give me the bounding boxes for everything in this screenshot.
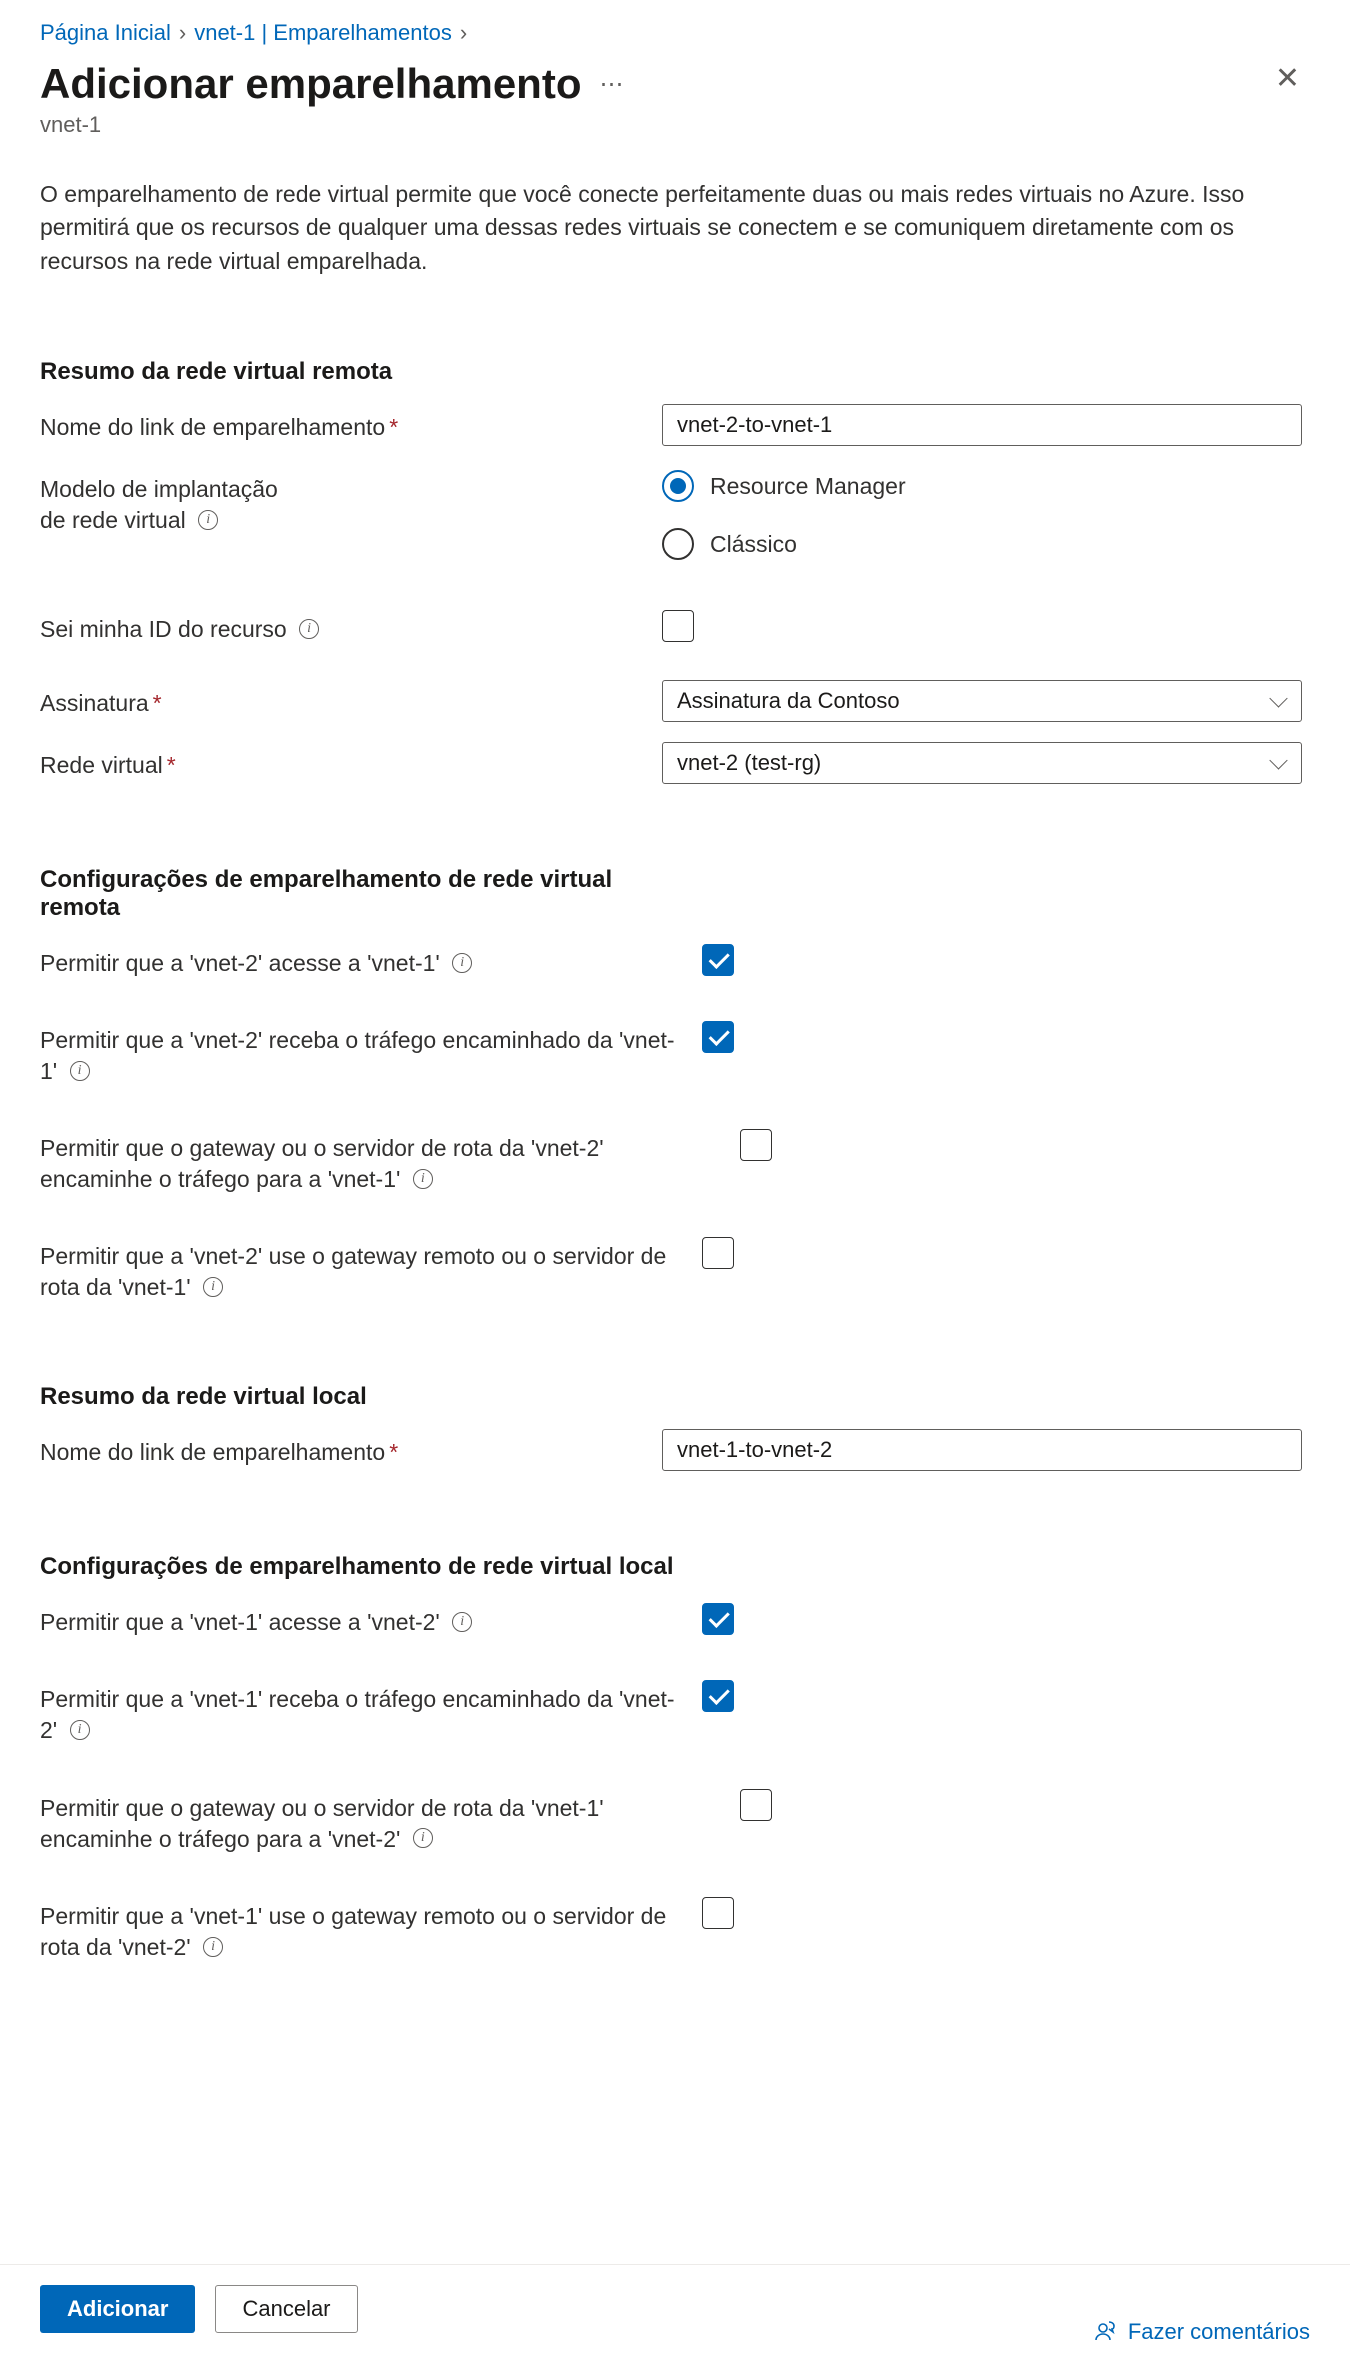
required-icon: * [167, 752, 176, 778]
subscription-label: Assinatura [40, 690, 149, 716]
subscription-dropdown[interactable]: Assinatura da Contoso [662, 680, 1302, 722]
remote-peering-name-label: Nome do link de emparelhamento [40, 414, 385, 440]
feedback-link[interactable]: Fazer comentários [1094, 2319, 1310, 2345]
chevron-right-icon: › [460, 20, 467, 46]
breadcrumb-parent[interactable]: vnet-1 | Emparelhamentos [194, 20, 452, 46]
local-allow-forwarded-checkbox[interactable] [702, 1680, 734, 1712]
close-button[interactable]: ✕ [1265, 60, 1310, 98]
section-remote-summary: Resumo da rede virtual remota [40, 358, 1310, 386]
info-icon[interactable]: i [70, 1061, 90, 1081]
chevron-right-icon: › [179, 20, 186, 46]
remote-use-gateway-label: Permitir que a 'vnet-2' use o gateway re… [40, 1243, 666, 1300]
radio-classic[interactable]: Clássico [662, 528, 1310, 560]
radio-classic-label: Clássico [710, 531, 797, 558]
remote-allow-access-label: Permitir que a 'vnet-2' acesse a 'vnet-1… [40, 950, 440, 976]
footer-bar: Adicionar Cancelar Fazer comentários [0, 2264, 1350, 2361]
subscription-value: Assinatura da Contoso [677, 688, 900, 714]
remote-gateway-forward-checkbox[interactable] [740, 1129, 772, 1161]
deploy-model-label-2: de rede virtual [40, 507, 186, 533]
remote-peering-name-input[interactable] [662, 404, 1302, 446]
info-icon[interactable]: i [413, 1828, 433, 1848]
local-use-gateway-label: Permitir que a 'vnet-1' use o gateway re… [40, 1903, 666, 1960]
info-icon[interactable]: i [452, 953, 472, 973]
breadcrumb: Página Inicial › vnet-1 | Emparelhamento… [40, 20, 1310, 46]
virtual-network-label: Rede virtual [40, 752, 163, 778]
add-button[interactable]: Adicionar [40, 2285, 195, 2333]
local-allow-forwarded-label: Permitir que a 'vnet-1' receba o tráfego… [40, 1686, 675, 1743]
section-local-summary: Resumo da rede virtual local [40, 1383, 1310, 1411]
required-icon: * [389, 1439, 398, 1465]
cancel-button[interactable]: Cancelar [215, 2285, 357, 2333]
info-icon[interactable]: i [413, 1169, 433, 1189]
breadcrumb-home[interactable]: Página Inicial [40, 20, 171, 46]
remote-allow-access-checkbox[interactable] [702, 944, 734, 976]
info-icon[interactable]: i [299, 619, 319, 639]
required-icon: * [389, 414, 398, 440]
virtual-network-dropdown[interactable]: vnet-2 (test-rg) [662, 742, 1302, 784]
intro-text: O emparelhamento de rede virtual permite… [40, 178, 1300, 278]
virtual-network-value: vnet-2 (test-rg) [677, 750, 821, 776]
page-subtitle: vnet-1 [40, 112, 1310, 138]
info-icon[interactable]: i [70, 1720, 90, 1740]
section-local-peering-settings: Configurações de emparelhamento de rede … [40, 1553, 680, 1581]
remote-allow-forwarded-checkbox[interactable] [702, 1021, 734, 1053]
page-title: Adicionar emparelhamento [40, 60, 581, 108]
radio-rm-label: Resource Manager [710, 473, 906, 500]
remote-allow-forwarded-label: Permitir que a 'vnet-2' receba o tráfego… [40, 1027, 675, 1084]
info-icon[interactable]: i [452, 1612, 472, 1632]
feedback-label: Fazer comentários [1128, 2319, 1310, 2345]
info-icon[interactable]: i [198, 510, 218, 530]
local-use-gateway-checkbox[interactable] [702, 1897, 734, 1929]
local-gateway-forward-label: Permitir que o gateway ou o servidor de … [40, 1795, 604, 1852]
info-icon[interactable]: i [203, 1937, 223, 1957]
local-peering-name-label: Nome do link de emparelhamento [40, 1439, 385, 1465]
section-remote-peering-settings: Configurações de emparelhamento de rede … [40, 866, 680, 922]
remote-gateway-forward-label: Permitir que o gateway ou o servidor de … [40, 1135, 604, 1192]
radio-resource-manager[interactable]: Resource Manager [662, 470, 1310, 502]
know-resource-id-label: Sei minha ID do recurso [40, 616, 287, 642]
local-allow-access-checkbox[interactable] [702, 1603, 734, 1635]
local-gateway-forward-checkbox[interactable] [740, 1789, 772, 1821]
info-icon[interactable]: i [203, 1277, 223, 1297]
required-icon: * [153, 690, 162, 716]
local-allow-access-label: Permitir que a 'vnet-1' acesse a 'vnet-2… [40, 1609, 440, 1635]
feedback-icon [1094, 2320, 1118, 2344]
more-actions-icon[interactable]: ⋯ [599, 70, 625, 99]
know-resource-id-checkbox[interactable] [662, 610, 694, 642]
deploy-model-label-1: Modelo de implantação [40, 476, 278, 502]
local-peering-name-input[interactable] [662, 1429, 1302, 1471]
remote-use-gateway-checkbox[interactable] [702, 1237, 734, 1269]
